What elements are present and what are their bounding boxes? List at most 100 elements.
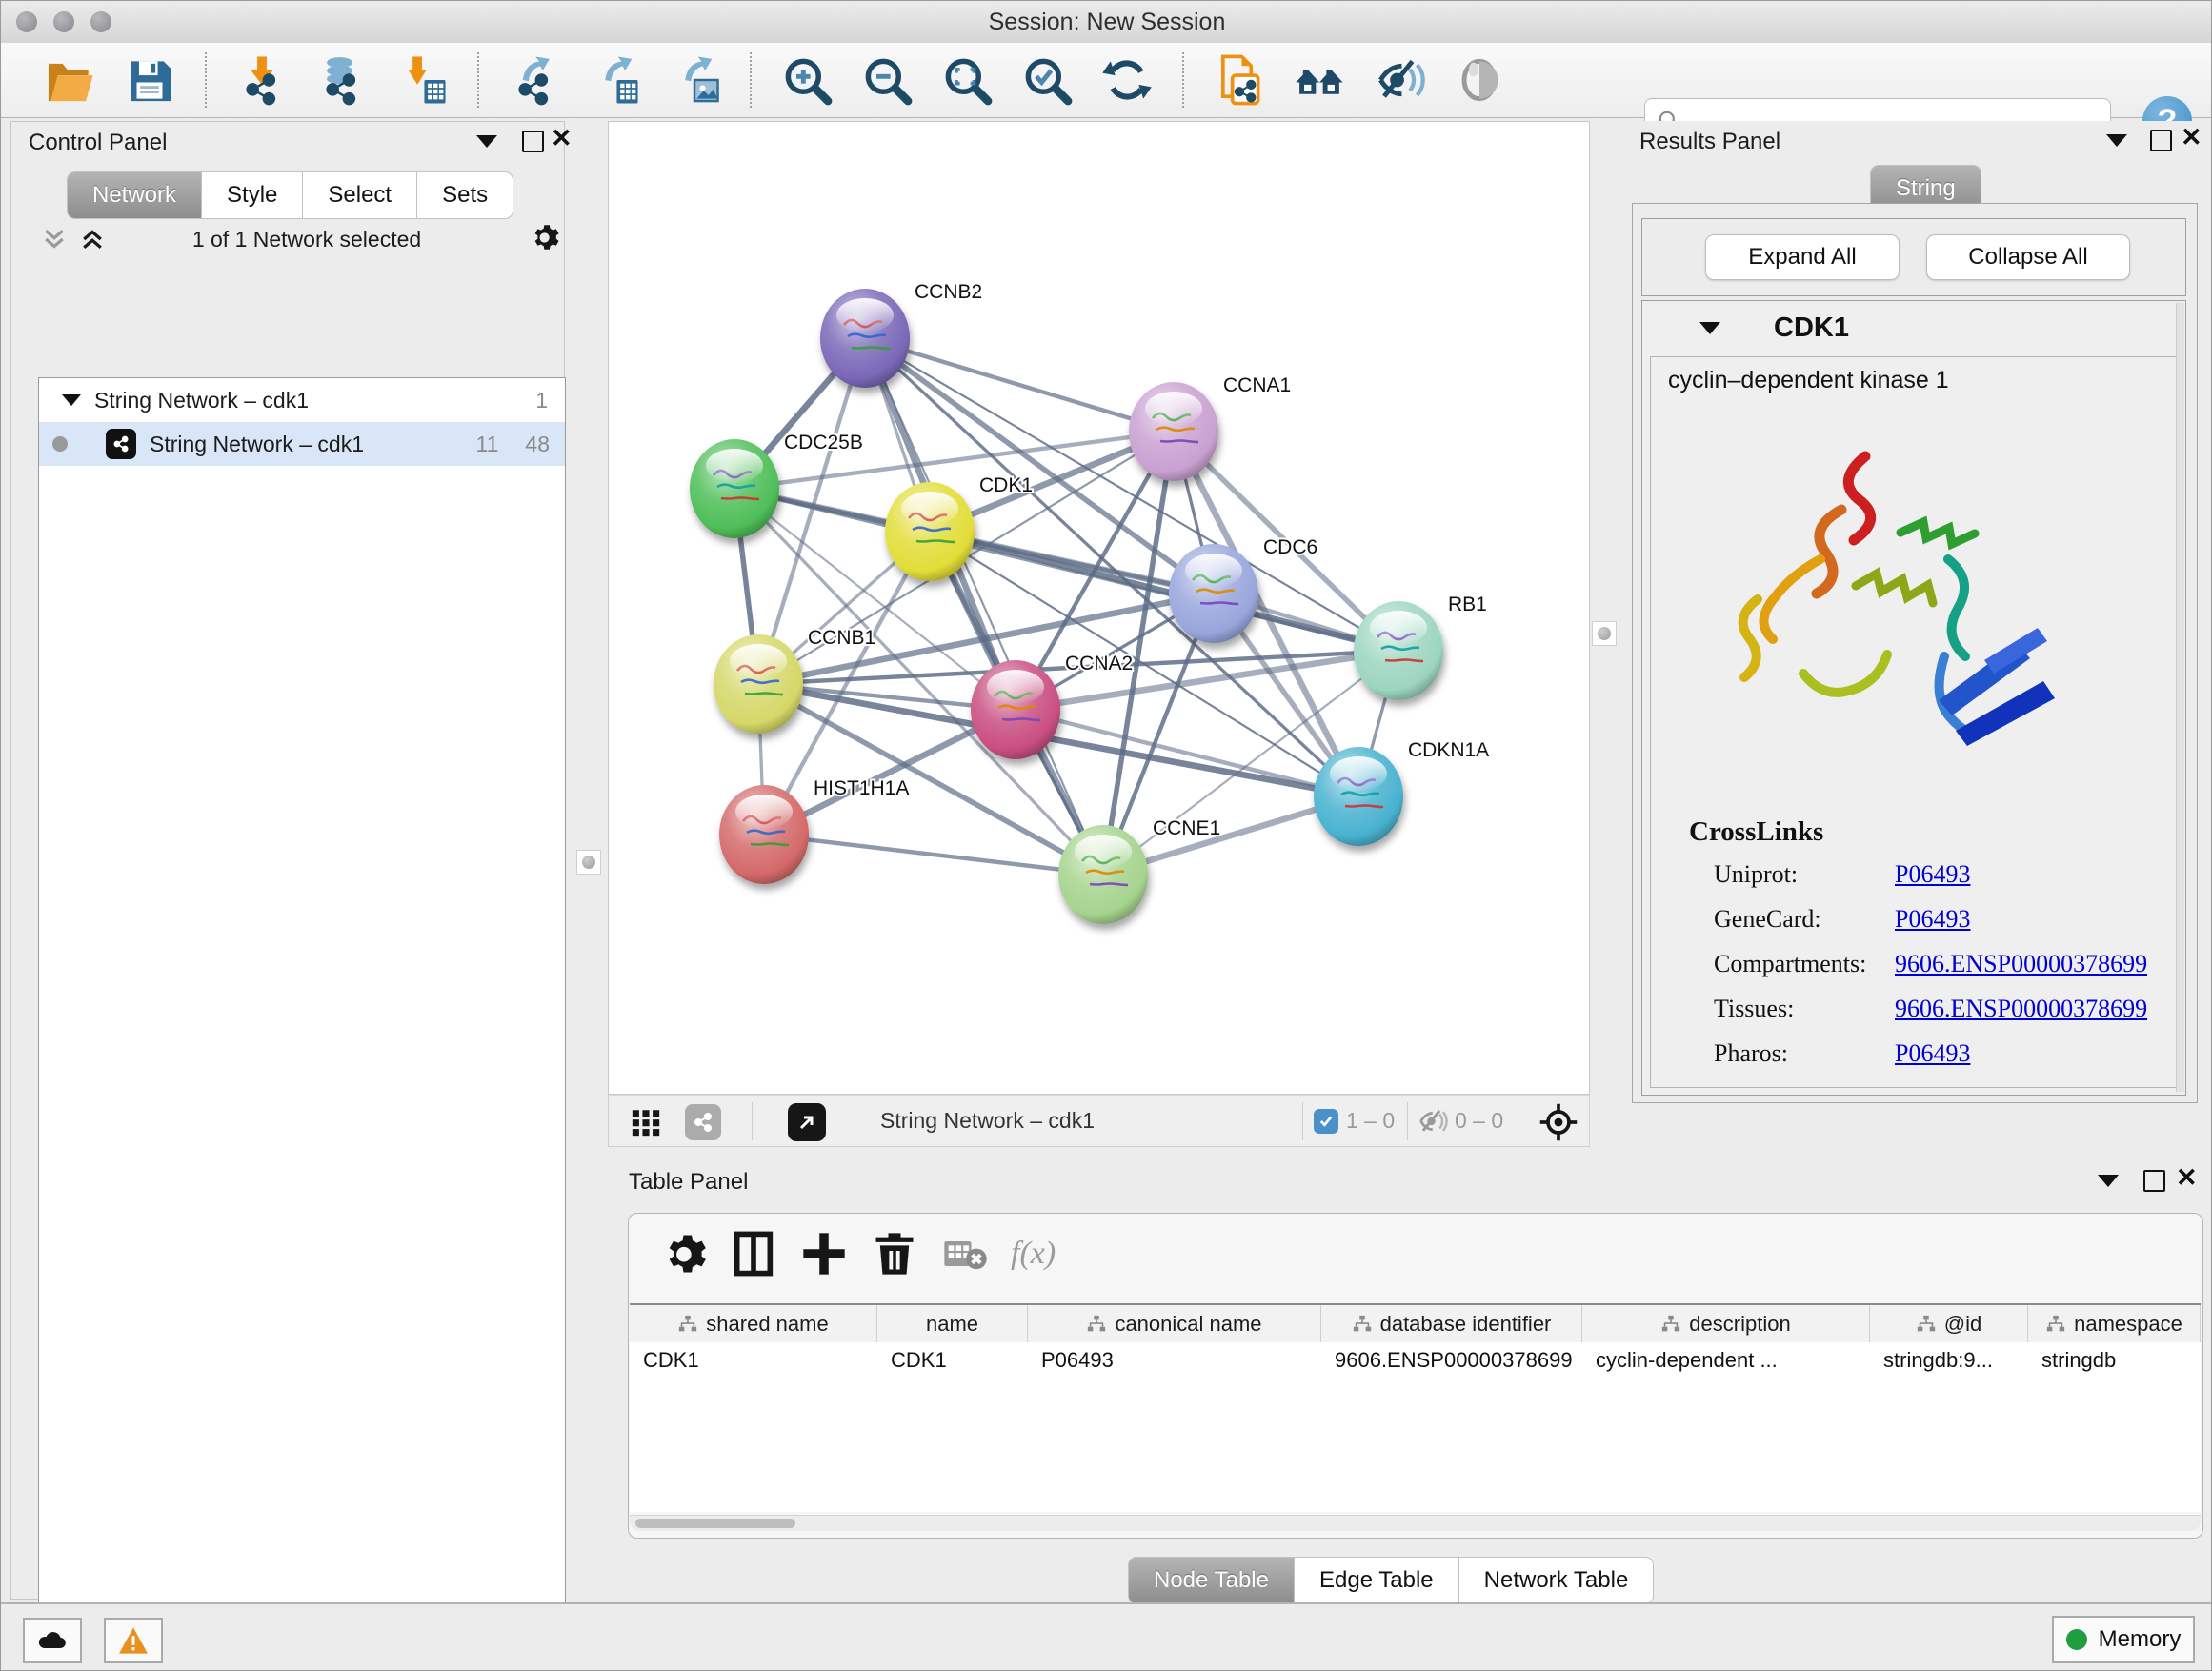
crosslink-value-link[interactable]: 9606.ENSP00000378699 xyxy=(1895,950,2147,978)
maximize-panel-icon[interactable] xyxy=(2143,1170,2165,1192)
import-table-icon[interactable] xyxy=(394,50,450,110)
network-canvas[interactable]: CCNB2CCNA1CDC25BCDK1CDC6RB1CCNB1CCNA2CDK… xyxy=(608,121,1590,1095)
column-header-canonical-name[interactable]: canonical name xyxy=(1028,1305,1321,1343)
table-cell[interactable]: CDK1 xyxy=(877,1342,1028,1379)
birdseye-crosshair-icon[interactable] xyxy=(1538,1101,1579,1148)
float-panel-icon[interactable] xyxy=(2106,134,2127,147)
grid-view-icon[interactable] xyxy=(630,1106,662,1143)
node-label: RB1 xyxy=(1448,594,1487,615)
string-import-icon[interactable] xyxy=(1212,50,1267,110)
collapse-all-button[interactable]: Collapse All xyxy=(1926,234,2130,280)
table-cell[interactable]: 9606.ENSP00000378699 xyxy=(1321,1342,1582,1379)
table-row[interactable]: CDK1CDK1P064939606.ENSP00000378699cyclin… xyxy=(630,1342,2201,1379)
grayscale-eye-icon[interactable] xyxy=(1452,50,1507,110)
delete-table-icon[interactable] xyxy=(940,1227,990,1280)
column-header-@id[interactable]: @id xyxy=(1870,1305,2028,1343)
trash-icon[interactable] xyxy=(870,1227,919,1280)
expand-all-icon[interactable] xyxy=(78,225,107,258)
houses-icon[interactable] xyxy=(1292,50,1347,110)
columns-icon[interactable] xyxy=(729,1227,778,1280)
import-network-database-icon[interactable] xyxy=(314,50,370,110)
gear-icon[interactable] xyxy=(528,221,560,258)
table-cell[interactable]: CDK1 xyxy=(630,1342,877,1379)
scrollbar-thumb[interactable] xyxy=(635,1519,795,1528)
import-network-file-icon[interactable] xyxy=(234,50,290,110)
crosslink-row: Pharos:P06493 xyxy=(1714,1039,2162,1068)
close-panel-icon[interactable]: ✕ xyxy=(551,128,573,149)
hidden-eye-icon[interactable] xyxy=(1418,1107,1449,1140)
maximize-panel-icon[interactable] xyxy=(2150,130,2172,151)
network-tree-row[interactable]: String Network – cdk1 1 xyxy=(39,378,565,422)
table-cell[interactable]: P06493 xyxy=(1028,1342,1321,1379)
tab-network[interactable]: Network xyxy=(67,171,202,219)
crosslink-value-link[interactable]: 9606.ENSP00000378699 xyxy=(1895,995,2147,1023)
float-panel-icon[interactable] xyxy=(2098,1175,2119,1187)
status-bar: Memory xyxy=(1,1602,2212,1671)
column-header-shared-name[interactable]: shared name xyxy=(630,1305,877,1343)
table-panel-title: Table Panel xyxy=(629,1169,748,1196)
tab-edge-table[interactable]: Edge Table xyxy=(1295,1557,1459,1604)
node-count: 11 xyxy=(476,432,499,457)
zoom-fit-icon[interactable] xyxy=(939,50,995,110)
network-node-cdk1[interactable]: CDK1 xyxy=(885,474,1033,581)
crosslink-value-link[interactable]: P06493 xyxy=(1895,905,1970,934)
tab-style[interactable]: Style xyxy=(202,171,303,219)
hide-unhide-icon[interactable] xyxy=(1372,50,1427,110)
network-tree-row[interactable]: String Network – cdk1 11 48 xyxy=(39,422,565,466)
node-label: CDKN1A xyxy=(1408,739,1489,761)
refresh-icon[interactable] xyxy=(1099,50,1155,110)
column-header-namespace[interactable]: namespace xyxy=(2028,1305,2201,1343)
network-node-hist1h1a[interactable]: HIST1H1A xyxy=(719,777,909,884)
network-view-title: String Network – cdk1 xyxy=(880,1108,1095,1134)
close-panel-icon[interactable]: ✕ xyxy=(2176,1167,2198,1188)
table-cell[interactable]: stringdb xyxy=(2028,1342,2201,1379)
hidden-counts: 0 – 0 xyxy=(1455,1108,1503,1134)
vertical-scrollbar[interactable] xyxy=(2176,303,2184,1092)
export-table-icon[interactable] xyxy=(587,50,642,110)
network-node-ccne1[interactable]: CCNE1 xyxy=(1058,817,1220,924)
crosslink-value-link[interactable]: P06493 xyxy=(1895,1039,1970,1068)
network-edge[interactable] xyxy=(865,338,1174,432)
zoom-in-icon[interactable] xyxy=(779,50,835,110)
column-header-name[interactable]: name xyxy=(877,1305,1028,1343)
zoom-selected-icon[interactable] xyxy=(1019,50,1075,110)
string-view-icon[interactable] xyxy=(685,1104,721,1140)
horizontal-scrollbar[interactable] xyxy=(630,1515,2201,1531)
column-header-description[interactable]: description xyxy=(1582,1305,1870,1343)
collapse-tree-icon[interactable] xyxy=(62,394,81,406)
expand-all-button[interactable]: Expand All xyxy=(1705,234,1900,280)
left-splitter-handle[interactable] xyxy=(576,850,601,875)
maximize-panel-icon[interactable] xyxy=(522,131,544,152)
network-node-rb1[interactable]: RB1 xyxy=(1354,594,1487,700)
table-cell[interactable]: stringdb:9... xyxy=(1870,1342,2028,1379)
export-network-icon[interactable] xyxy=(507,50,562,110)
close-panel-icon[interactable]: ✕ xyxy=(2181,127,2202,148)
float-panel-icon[interactable] xyxy=(476,135,497,148)
collapse-all-icon[interactable] xyxy=(40,225,69,258)
selected-checkbox-icon[interactable] xyxy=(1314,1109,1338,1134)
memory-button[interactable]: Memory xyxy=(2052,1616,2195,1663)
tab-select[interactable]: Select xyxy=(303,171,417,219)
network-edge[interactable] xyxy=(764,835,1103,875)
export-image-icon[interactable] xyxy=(667,50,722,110)
cloud-button[interactable] xyxy=(23,1618,82,1663)
collapse-entry-icon[interactable] xyxy=(1699,322,1720,334)
table-cell[interactable]: cyclin-dependent ... xyxy=(1582,1342,1870,1379)
control-panel-title: Control Panel xyxy=(29,130,167,156)
open-session-icon[interactable] xyxy=(42,50,97,110)
warning-button[interactable] xyxy=(104,1618,163,1663)
add-icon[interactable] xyxy=(799,1227,849,1280)
tab-sets[interactable]: Sets xyxy=(417,171,513,219)
tab-node-table[interactable]: Node Table xyxy=(1128,1557,1295,1604)
save-session-icon[interactable] xyxy=(122,50,177,110)
right-splitter-handle[interactable] xyxy=(1592,621,1617,646)
tab-network-table[interactable]: Network Table xyxy=(1459,1557,1655,1604)
column-header-database-identifier[interactable]: database identifier xyxy=(1321,1305,1582,1343)
zoom-out-icon[interactable] xyxy=(859,50,915,110)
open-in-window-icon[interactable] xyxy=(788,1103,826,1141)
gear-icon[interactable] xyxy=(658,1227,708,1280)
memory-status-icon xyxy=(2066,1629,2087,1650)
network-node-cdkn1a[interactable]: CDKN1A xyxy=(1314,739,1489,846)
crosslink-value-link[interactable]: P06493 xyxy=(1895,860,1970,889)
function-icon[interactable]: f(x) xyxy=(1011,1227,1056,1280)
